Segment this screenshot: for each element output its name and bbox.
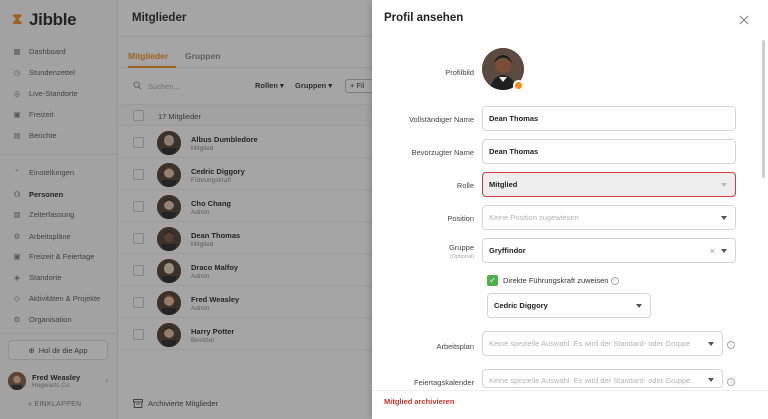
manager-select[interactable]: Cedric Diggory	[487, 293, 651, 318]
role-select[interactable]: Mitglied	[482, 172, 736, 197]
caret-down-icon	[721, 249, 727, 253]
role-label: Rolle	[456, 181, 474, 190]
group-optional-label: (Optional)	[449, 254, 474, 260]
camera-badge-icon[interactable]	[513, 80, 524, 91]
preferred-name-value: Dean Thomas	[489, 147, 539, 156]
holiday-calendar-placeholder: Keine spezielle Auswahl. Es wird der Sta…	[489, 376, 691, 385]
work-schedule-label: Arbeitsplan	[436, 342, 474, 351]
preferred-name-field[interactable]: Dean Thomas	[482, 139, 736, 164]
caret-down-icon	[708, 342, 714, 346]
role-value: Mitglied	[489, 180, 518, 189]
info-icon[interactable]: i	[727, 378, 735, 386]
manager-checkbox-label: Direkte Führungskraft zuweisen	[503, 276, 609, 285]
work-schedule-select[interactable]: Keine spezielle Auswahl. Es wird der Sta…	[482, 331, 723, 356]
work-schedule-placeholder: Keine spezielle Auswahl. Es wird der Sta…	[489, 339, 691, 348]
full-name-field[interactable]: Dean Thomas	[482, 106, 736, 131]
holiday-calendar-select[interactable]: Keine spezielle Auswahl. Es wird der Sta…	[482, 369, 723, 388]
panel-title: Profil ansehen	[384, 12, 464, 24]
position-label: Position	[447, 214, 474, 223]
info-icon[interactable]: i	[727, 341, 735, 349]
manager-checkbox[interactable]: ✓	[487, 275, 498, 286]
group-value: Gryffindor	[489, 246, 526, 255]
full-name-value: Dean Thomas	[489, 114, 539, 123]
preferred-name-label: Bevorzugter Name	[411, 148, 474, 157]
modal-overlay[interactable]	[0, 0, 372, 419]
profile-panel: Profil ansehen Profilbild Vollständiger …	[372, 0, 768, 419]
clear-icon[interactable]: ×	[710, 246, 715, 256]
footer-divider	[372, 390, 768, 391]
holiday-calendar-label: Feiertagskalender	[413, 378, 474, 387]
caret-down-icon	[636, 304, 642, 308]
group-label: Gruppe	[448, 243, 474, 252]
scrollbar[interactable]	[762, 40, 765, 178]
close-icon[interactable]	[738, 14, 750, 26]
position-select[interactable]: Keine Position zugewiesen	[482, 205, 736, 230]
archive-member-link[interactable]: Mitglied archivieren	[384, 397, 454, 406]
profile-picture-label: Profilbild	[445, 68, 474, 77]
caret-down-icon	[721, 183, 727, 187]
manager-value: Cedric Diggory	[494, 301, 548, 310]
full-name-label: Vollständiger Name	[408, 115, 474, 124]
group-select[interactable]: Gryffindor ×	[482, 238, 736, 263]
caret-down-icon	[721, 216, 727, 220]
info-icon[interactable]: i	[611, 277, 619, 285]
caret-down-icon	[708, 378, 714, 382]
position-placeholder: Keine Position zugewiesen	[489, 213, 579, 222]
